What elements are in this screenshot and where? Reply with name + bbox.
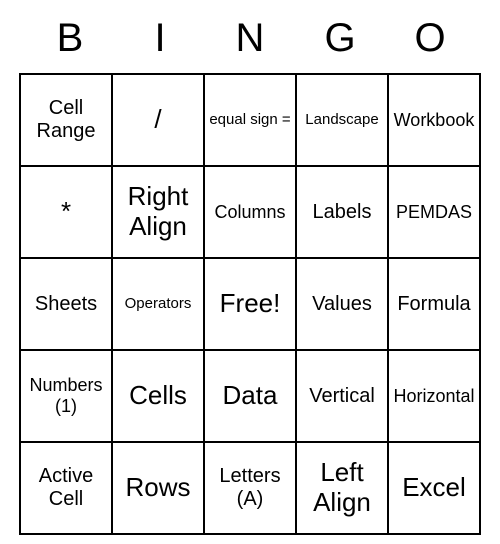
bingo-cell[interactable]: Cell Range [20,74,112,166]
bingo-cell[interactable]: Formula [388,258,480,350]
bingo-cell[interactable]: Workbook [388,74,480,166]
bingo-cell[interactable]: Landscape [296,74,388,166]
bingo-cell[interactable]: Horizontal [388,350,480,442]
bingo-cell[interactable]: * [20,166,112,258]
bingo-cell[interactable]: Right Align [112,166,204,258]
bingo-cell[interactable]: Cells [112,350,204,442]
bingo-cell[interactable]: Excel [388,442,480,534]
bingo-cell[interactable]: Numbers (1) [20,350,112,442]
bingo-header: B I N G O [20,8,480,73]
bingo-cell[interactable]: Columns [204,166,296,258]
bingo-cell[interactable]: / [112,74,204,166]
header-letter-b: B [40,16,100,61]
header-letter-o: O [400,16,460,61]
bingo-cell[interactable]: Labels [296,166,388,258]
bingo-cell-free[interactable]: Free! [204,258,296,350]
bingo-cell[interactable]: PEMDAS [388,166,480,258]
bingo-cell[interactable]: Left Align [296,442,388,534]
bingo-cell[interactable]: Values [296,258,388,350]
bingo-cell[interactable]: Letters (A) [204,442,296,534]
header-letter-i: I [130,16,190,61]
header-letter-n: N [220,16,280,61]
bingo-cell[interactable]: Active Cell [20,442,112,534]
bingo-cell[interactable]: Rows [112,442,204,534]
bingo-cell[interactable]: Vertical [296,350,388,442]
bingo-grid: Cell Range / equal sign = Landscape Work… [19,73,481,535]
header-letter-g: G [310,16,370,61]
bingo-cell[interactable]: Sheets [20,258,112,350]
bingo-cell[interactable]: equal sign = [204,74,296,166]
bingo-cell[interactable]: Operators [112,258,204,350]
bingo-cell[interactable]: Data [204,350,296,442]
